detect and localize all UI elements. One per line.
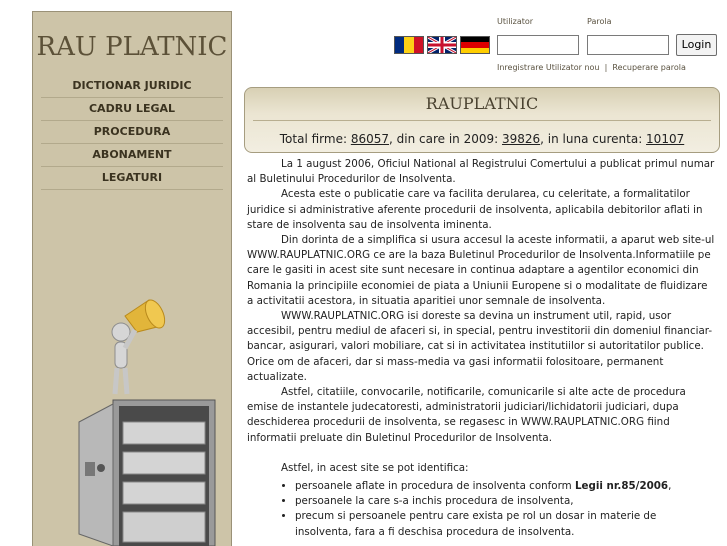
main-content: La 1 august 2006, Oficiul National al Re… bbox=[247, 157, 715, 540]
company-stats: Total firme: 86057, din care in 2009: 39… bbox=[245, 132, 719, 146]
bullet-text: persoanele aflate in procedura de insolv… bbox=[295, 480, 575, 493]
figure-icon bbox=[111, 322, 138, 395]
list-item: persoanele la care s-a inchis procedura … bbox=[295, 494, 715, 509]
paragraph: La 1 august 2006, Oficiul National al Re… bbox=[247, 158, 715, 186]
stats-mid1: , din care in 2009: bbox=[389, 132, 502, 146]
password-label: Parola bbox=[587, 17, 612, 26]
paragraph: Astfel, citatiile, convocarile, notifica… bbox=[247, 386, 686, 444]
law-link[interactable]: Legii nr.85/2006 bbox=[575, 480, 668, 492]
nav-item-legaturi[interactable]: LEGATURI bbox=[41, 167, 223, 190]
page-title: RAUPLATNIC bbox=[425, 94, 539, 113]
list-item: precum si persoanele pentru care exista … bbox=[295, 509, 715, 539]
login-button[interactable]: Login bbox=[676, 34, 717, 56]
username-input[interactable] bbox=[497, 35, 579, 55]
username-label: Utilizator bbox=[497, 17, 534, 26]
identify-intro: Astfel, in acest site se pot identifica: bbox=[281, 461, 469, 474]
nav-item-cadru-legal[interactable]: CADRU LEGAL bbox=[41, 98, 223, 121]
register-link[interactable]: Inregistrare Utilizator nou bbox=[497, 63, 600, 72]
paragraph: Acesta este o publicatie care va facilit… bbox=[247, 188, 703, 231]
stats-panel: RAUPLATNIC Total firme: 86057, din care … bbox=[244, 87, 720, 153]
site-logo[interactable]: RAU PLATNIC bbox=[33, 32, 231, 62]
month-count-link[interactable]: 10107 bbox=[646, 132, 684, 146]
recover-password-link[interactable]: Recuperare parola bbox=[612, 63, 685, 72]
language-flags bbox=[394, 36, 490, 54]
germany-flag-icon[interactable] bbox=[460, 36, 490, 54]
nav-item-abonament[interactable]: ABONAMENT bbox=[41, 144, 223, 167]
account-links: Inregistrare Utilizator nou | Recuperare… bbox=[497, 63, 686, 72]
year-count-link[interactable]: 39826 bbox=[502, 132, 540, 146]
romania-flag-icon[interactable] bbox=[394, 36, 424, 54]
password-input[interactable] bbox=[587, 35, 669, 55]
total-count-link[interactable]: 86057 bbox=[351, 132, 389, 146]
main-nav: DICTIONAR JURIDIC CADRU LEGAL PROCEDURA … bbox=[41, 75, 223, 190]
paragraph: WWW.RAUPLATNIC.ORG isi doreste sa devina… bbox=[247, 310, 713, 383]
stats-prefix: Total firme: bbox=[279, 132, 351, 146]
bullet-suffix: , bbox=[668, 480, 672, 493]
safe-megaphone-illustration bbox=[78, 299, 216, 546]
nav-item-procedura[interactable]: PROCEDURA bbox=[41, 121, 223, 144]
list-item: persoanele aflate in procedura de insolv… bbox=[295, 479, 715, 494]
paragraph: Din dorinta de a simplifica si usura acc… bbox=[247, 234, 715, 307]
nav-item-dictionar-juridic[interactable]: DICTIONAR JURIDIC bbox=[41, 75, 223, 98]
panel-divider bbox=[253, 120, 711, 121]
stats-mid2: , in luna curenta: bbox=[540, 132, 647, 146]
uk-flag-icon[interactable] bbox=[427, 36, 457, 54]
link-separator: | bbox=[604, 63, 608, 72]
identify-list: persoanele aflate in procedura de insolv… bbox=[247, 479, 715, 540]
megaphone-icon bbox=[124, 299, 166, 333]
safe-icon bbox=[78, 399, 216, 546]
sidebar: RAU PLATNIC DICTIONAR JURIDIC CADRU LEGA… bbox=[32, 11, 232, 546]
